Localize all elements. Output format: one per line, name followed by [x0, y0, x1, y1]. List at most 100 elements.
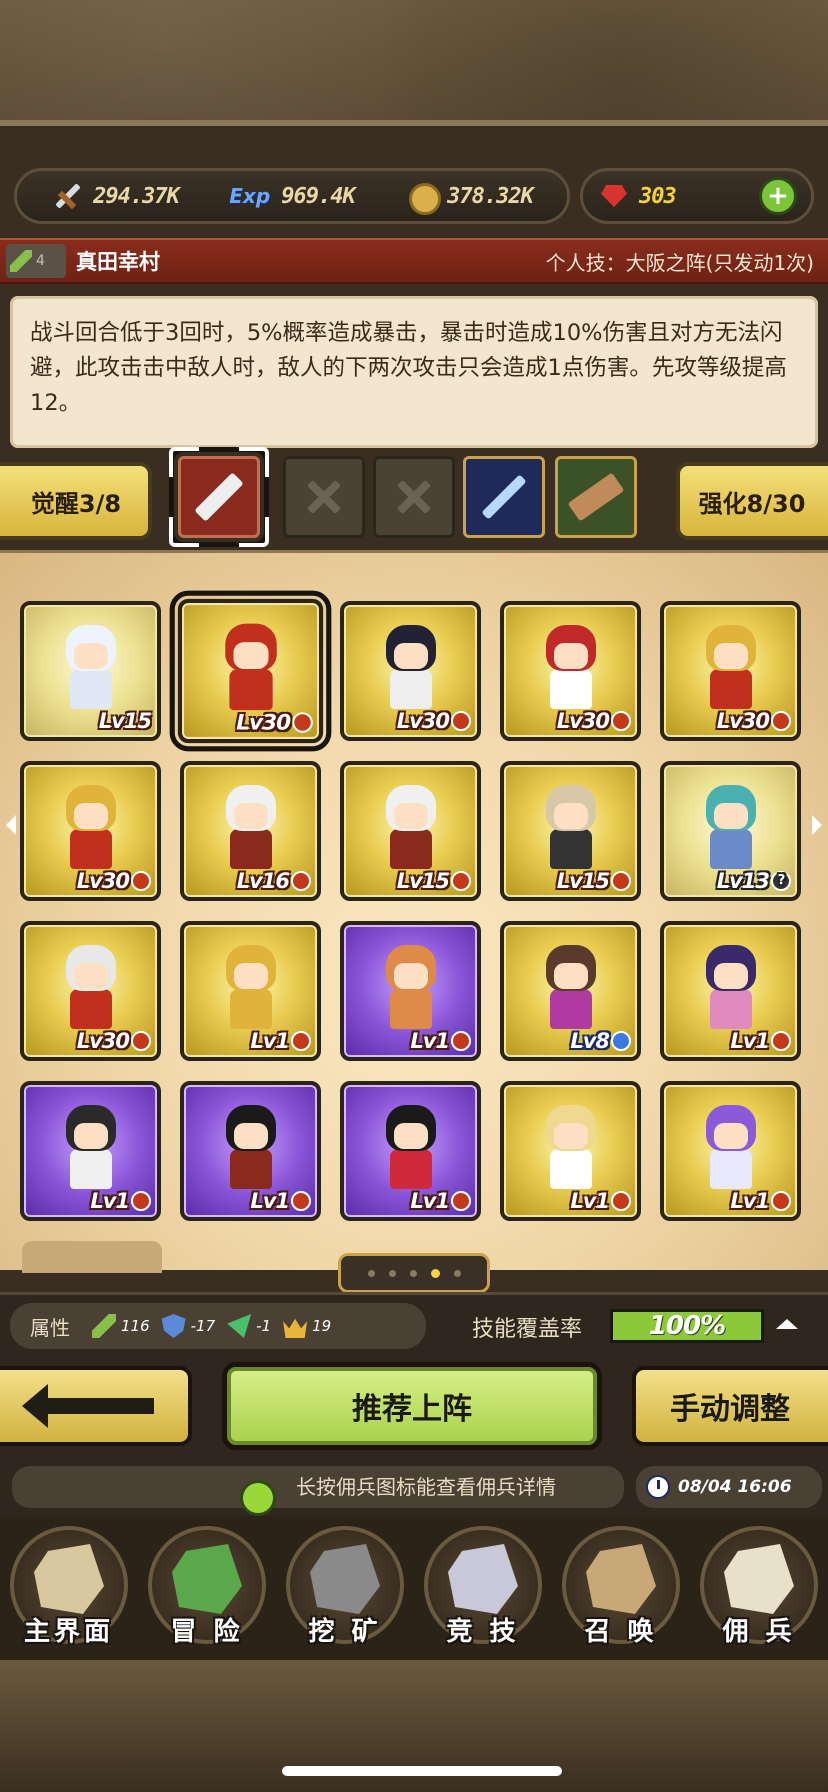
back-button[interactable]: [0, 1366, 192, 1446]
nav-item[interactable]: 主界面: [0, 1516, 138, 1660]
coin-value: 378.32K: [447, 183, 534, 209]
page-dot[interactable]: [453, 1269, 461, 1277]
expand-caret-icon[interactable]: [776, 1319, 798, 1329]
hero-level: Lv30: [236, 710, 313, 735]
class-level: 4: [36, 253, 45, 269]
coin-resource: 378.32K: [405, 179, 534, 215]
hero-card[interactable]: Lv1: [340, 1081, 481, 1221]
hero-portrait: [56, 785, 126, 871]
hero-card[interactable]: Lv1: [660, 921, 801, 1061]
hero-card[interactable]: Lv1: [180, 1081, 321, 1221]
hero-portrait: [536, 785, 606, 871]
hero-card[interactable]: Lv15: [500, 761, 641, 901]
hero-level-text: Lv15: [98, 709, 152, 733]
nav-item[interactable]: 挖 矿: [276, 1516, 414, 1660]
hero-portrait: [376, 785, 446, 871]
hero-level: Lv1: [90, 1189, 151, 1213]
skill-slot-empty[interactable]: [283, 456, 365, 538]
hero-card[interactable]: Lv1: [500, 1081, 641, 1221]
hero-card[interactable]: Lv8: [500, 921, 641, 1061]
hero-portrait: [696, 625, 766, 711]
hero-level: Lv30: [557, 709, 631, 733]
sword-icon: [92, 1314, 116, 1338]
hero-card[interactable]: Lv15: [20, 601, 161, 741]
skill-slot-spear[interactable]: [463, 456, 545, 538]
nav-item[interactable]: 竞 技: [414, 1516, 552, 1660]
equip-badge-icon: [451, 1031, 471, 1051]
hero-card[interactable]: Lv13?: [660, 761, 801, 901]
exp-value: 969.4K: [281, 183, 355, 209]
hero-card[interactable]: Lv1: [660, 1081, 801, 1221]
hero-level: Lv30: [77, 869, 151, 893]
page-dot[interactable]: [430, 1268, 440, 1278]
skill-slot-empty[interactable]: [373, 456, 455, 538]
attr-crown: 19: [283, 1314, 331, 1338]
hero-card[interactable]: Lv30: [340, 601, 481, 741]
page-dot[interactable]: [388, 1269, 396, 1277]
equip-badge-icon: [611, 1191, 631, 1211]
hero-level-text: Lv30: [556, 709, 610, 733]
hero-level-text: Lv1: [250, 1189, 290, 1213]
add-gems-button[interactable]: +: [759, 177, 797, 215]
equip-badge-icon: [771, 1191, 791, 1211]
hero-level: Lv15: [397, 869, 471, 893]
spear-icon: [481, 474, 527, 520]
hero-level: Lv30: [397, 709, 471, 733]
hero-level: Lv15: [557, 869, 631, 893]
equip-badge-icon: [451, 711, 471, 731]
hero-level-text: Lv30: [76, 1029, 130, 1053]
equip-badge-icon: [611, 871, 631, 891]
nav-label: 佣 兵: [722, 1617, 796, 1647]
nav-item[interactable]: 佣 兵: [690, 1516, 828, 1660]
hero-level: Lv1: [730, 1189, 791, 1213]
page-dot[interactable]: [367, 1269, 375, 1277]
manual-adjust-button[interactable]: 手动调整: [632, 1366, 828, 1446]
action-bar: 推荐上阵 手动调整: [0, 1354, 828, 1456]
awaken-button[interactable]: 觉醒3/8: [0, 462, 152, 540]
background-map: [0, 0, 828, 130]
skill-slot-scroll[interactable]: [555, 456, 637, 538]
hero-level-text: Lv8: [570, 1029, 610, 1053]
hero-card[interactable]: Lv30: [20, 921, 161, 1061]
hero-card[interactable]: Lv1: [180, 921, 321, 1061]
hero-card[interactable]: Lv16: [180, 761, 321, 901]
hero-portrait: [216, 785, 286, 871]
skill-coverage-bar: 100%: [610, 1309, 764, 1343]
equip-badge-icon: [291, 1191, 311, 1211]
nav-item[interactable]: 冒 险: [138, 1516, 276, 1660]
hero-card[interactable]: Lv30: [660, 601, 801, 741]
attribute-label: 属性: [30, 1315, 70, 1340]
equip-badge-icon: [131, 1031, 151, 1051]
next-page-arrow-icon[interactable]: [812, 815, 822, 835]
equip-badge-icon: [451, 1191, 471, 1211]
hero-card[interactable]: Lv30: [169, 590, 332, 752]
hero-level-text: Lv1: [410, 1189, 450, 1213]
resource-pill-main: 294.37K Exp 969.4K 378.32K: [14, 168, 570, 224]
hero-level-text: Lv30: [716, 709, 770, 733]
nav-label: 主界面: [23, 1617, 114, 1647]
hero-card[interactable]: Lv15: [340, 761, 481, 901]
nav-item[interactable]: 召 唤: [552, 1516, 690, 1660]
tip-bar: 长按佣兵图标能查看佣兵详情 08/04 16:06: [0, 1456, 828, 1516]
equip-badge-icon: [451, 871, 471, 891]
hero-card[interactable]: Lv30: [20, 761, 161, 901]
nav-label: 冒 险: [170, 1617, 244, 1647]
page-dot[interactable]: [409, 1269, 417, 1277]
hero-card[interactable]: Lv30: [500, 601, 641, 741]
prev-page-arrow-icon[interactable]: [6, 815, 16, 835]
exp-resource: Exp 969.4K: [229, 179, 355, 213]
awakening-row: 觉醒3/8 强化8/30: [0, 447, 828, 548]
skill-slot-selected[interactable]: [169, 447, 269, 547]
hero-portrait: [696, 945, 766, 1031]
home-indicator[interactable]: [282, 1766, 562, 1776]
hero-card[interactable]: Lv1: [20, 1081, 161, 1221]
attr-agility-value: -1: [256, 1317, 272, 1335]
enhance-button[interactable]: 强化8/30: [676, 462, 828, 540]
skill-coverage-label: 技能覆盖率: [472, 1317, 583, 1342]
hero-card[interactable]: Lv1: [340, 921, 481, 1061]
bottom-nav: 主界面 冒 险 挖 矿 竞 技 召 唤 佣 兵: [0, 1516, 828, 1660]
recommend-button[interactable]: 推荐上阵: [222, 1362, 602, 1450]
equip-badge-icon: [131, 871, 151, 891]
ruby-icon: [597, 179, 631, 213]
hero-level: Lv1: [250, 1029, 311, 1053]
